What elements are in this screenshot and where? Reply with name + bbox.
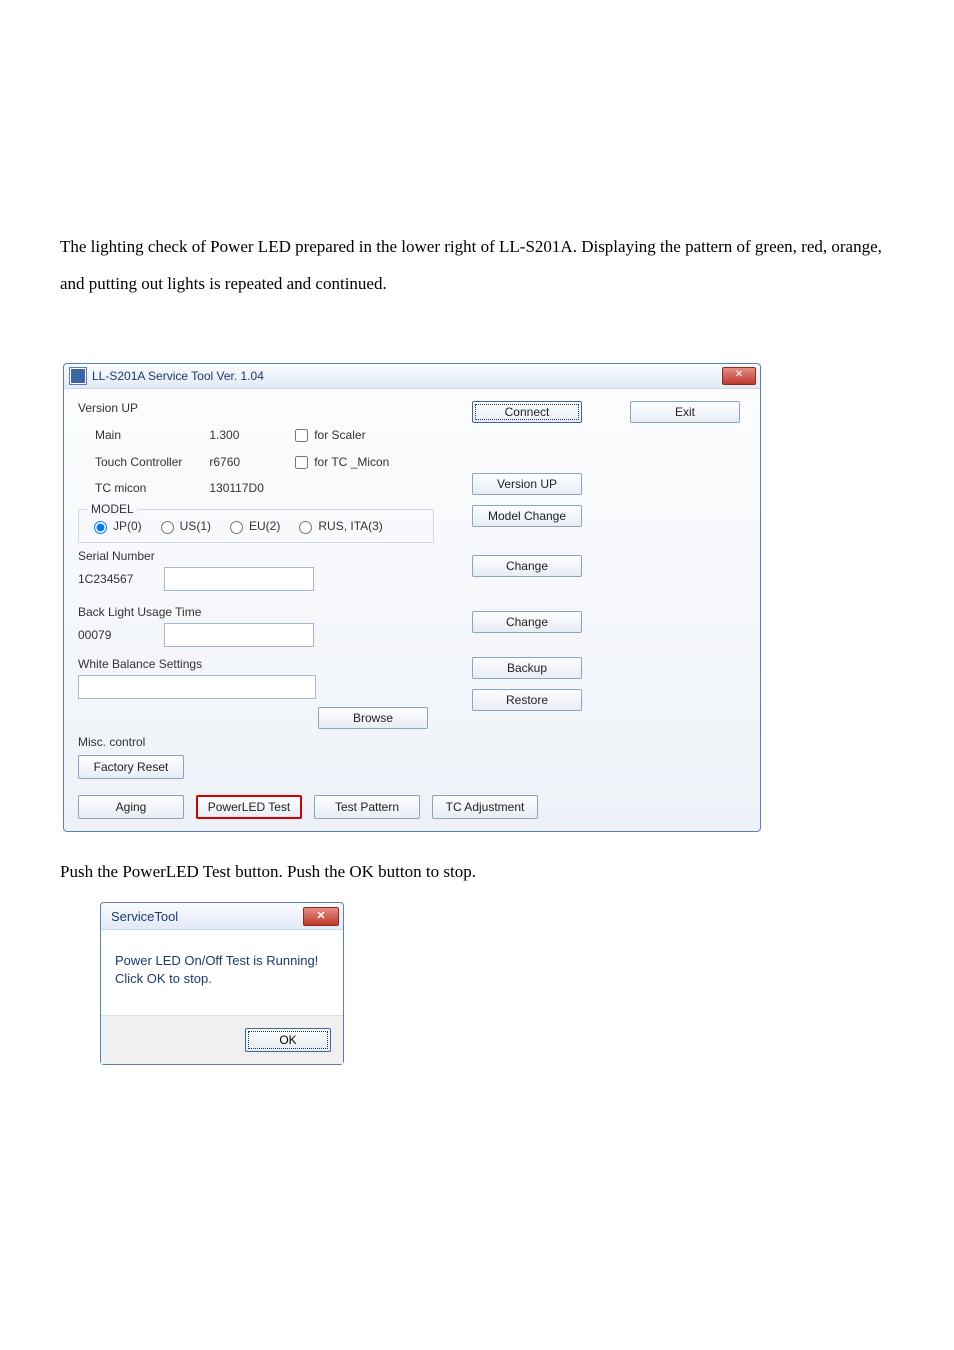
browse-button[interactable]: Browse	[318, 707, 428, 729]
aging-button[interactable]: Aging	[78, 795, 184, 819]
backlight-value: 00079	[78, 628, 146, 642]
for-tcmicon-checkbox[interactable]: for TC _Micon	[291, 455, 389, 469]
window-title: LL-S201A Service Tool Ver. 1.04	[92, 369, 264, 383]
dialog-ok-button[interactable]: OK	[245, 1028, 331, 1052]
backlight-change-button[interactable]: Change	[472, 611, 582, 633]
backlight-input[interactable]	[164, 623, 314, 647]
dialog-line2: Click OK to stop.	[115, 970, 329, 988]
model-radio-us[interactable]: US(1)	[156, 518, 211, 534]
dialog-titlebar: ServiceTool ✕	[101, 903, 343, 930]
serial-value: 1C234567	[78, 572, 146, 586]
misc-label: Misc. control	[78, 735, 746, 749]
serial-change-button[interactable]: Change	[472, 555, 582, 577]
version-up-button[interactable]: Version UP	[472, 473, 582, 495]
for-scaler-checkbox[interactable]: for Scaler	[291, 428, 366, 442]
titlebar: LL-S201A Service Tool Ver. 1.04 ✕	[64, 364, 760, 389]
model-change-button[interactable]: Model Change	[472, 505, 582, 527]
serial-label: Serial Number	[78, 549, 746, 563]
model-fieldset: MODEL JP(0) US(1) EU(2) RUS, ITA(3)	[78, 509, 434, 543]
exit-button[interactable]: Exit	[630, 401, 740, 423]
model-legend: MODEL	[87, 502, 138, 516]
service-tool-dialog: ServiceTool ✕ Power LED On/Off Test is R…	[100, 902, 344, 1064]
mid-text: Push the PowerLED Test button. Push the …	[60, 862, 894, 882]
model-radio-eu[interactable]: EU(2)	[225, 518, 280, 534]
test-pattern-button[interactable]: Test Pattern	[314, 795, 420, 819]
app-icon	[70, 368, 86, 384]
powerled-test-button[interactable]: PowerLED Test	[196, 795, 302, 819]
backlight-label: Back Light Usage Time	[78, 605, 746, 619]
model-radio-rus[interactable]: RUS, ITA(3)	[294, 518, 382, 534]
dialog-title: ServiceTool	[111, 909, 178, 924]
serial-input[interactable]	[164, 567, 314, 591]
tcmicon-value: 130117D0	[208, 476, 288, 501]
backup-button[interactable]: Backup	[472, 657, 582, 679]
touch-label: Touch Controller	[94, 450, 206, 475]
connect-button[interactable]: Connect	[472, 401, 582, 423]
dialog-body: Power LED On/Off Test is Running! Click …	[101, 930, 343, 1015]
tc-adjustment-button[interactable]: TC Adjustment	[432, 795, 538, 819]
dialog-close-icon[interactable]: ✕	[303, 907, 339, 926]
dialog-line1: Power LED On/Off Test is Running!	[115, 952, 329, 970]
restore-button[interactable]: Restore	[472, 689, 582, 711]
intro-text: The lighting check of Power LED prepared…	[60, 228, 894, 303]
service-tool-window: LL-S201A Service Tool Ver. 1.04 ✕ Connec…	[63, 363, 761, 832]
version-table: Main 1.300 for Scaler Touch Controller r…	[92, 421, 415, 503]
wbs-path-input[interactable]	[78, 675, 316, 699]
factory-reset-button[interactable]: Factory Reset	[78, 755, 184, 779]
main-label: Main	[94, 423, 206, 448]
touch-value: r6760	[208, 450, 288, 475]
close-icon[interactable]: ✕	[722, 367, 756, 385]
wbs-label: White Balance Settings	[78, 657, 746, 671]
model-radio-jp[interactable]: JP(0)	[89, 518, 142, 534]
main-value: 1.300	[208, 423, 288, 448]
tcmicon-label: TC micon	[94, 476, 206, 501]
